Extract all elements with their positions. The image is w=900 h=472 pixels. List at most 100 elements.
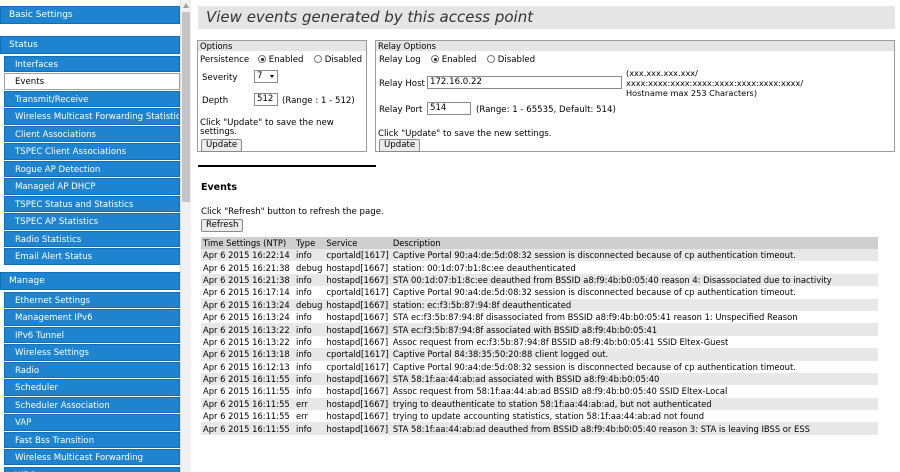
sidebar-item-scheduler-association[interactable]: Scheduler Association	[4, 396, 180, 414]
sidebar-scrollbar[interactable]	[180, 0, 191, 472]
section-divider	[198, 165, 376, 167]
cell-type: info	[294, 273, 325, 287]
options-update-button[interactable]: Update	[201, 139, 243, 152]
sidebar-item-interfaces[interactable]: Interfaces	[4, 56, 180, 73]
sidebar-item-email-alert-status[interactable]: Email Alert Status	[4, 248, 180, 265]
sidebar-item-ethernet-settings[interactable]: Ethernet Settings	[4, 291, 180, 309]
cell-type: debug	[294, 261, 325, 274]
table-row: Apr 6 2015 16:13:24 info hostapd[1667] STA …	[201, 310, 878, 324]
cell-description: station: 00:1d:07:b1:8c:ee deauthenticat…	[390, 261, 878, 274]
page-title: View events generated by this access poi…	[198, 6, 895, 29]
sidebar-item-tspec-status-and-statistics[interactable]: TSPEC Status and Statistics	[4, 195, 180, 213]
column-header-type: Type	[294, 237, 325, 249]
sidebar-item-tspec-client-associations[interactable]: TSPEC Client Associations	[4, 143, 180, 160]
relay-options-panel: Relay Options Relay Log Enabled Disabled…	[375, 40, 895, 152]
cell-service: hostapd[1667]	[324, 422, 391, 435]
sidebar-item-wireless-multicast-forwarding-statistics[interactable]: Wireless Multicast Forwarding Statistics	[4, 108, 180, 125]
relay-host-label: Relay Host	[379, 79, 425, 89]
cell-time: Apr 6 2015 16:11:55	[201, 397, 294, 411]
table-row: Apr 6 2015 16:17:14 info cportald[1617] Cap…	[201, 286, 878, 299]
sidebar-item-radio[interactable]: Radio	[4, 361, 180, 379]
cell-time: Apr 6 2015 16:12:13	[201, 360, 294, 373]
relay-log-disabled-radio[interactable]: Disabled	[487, 55, 535, 65]
cell-time: Apr 6 2015 16:11:55	[201, 410, 294, 423]
cell-type: info	[294, 335, 325, 349]
events-hint: Click "Refresh" button to refresh the pa…	[201, 207, 384, 217]
cell-description: STA 58:1f:aa:44:ab:ad deauthed from BSSI…	[390, 422, 878, 435]
table-row: Apr 6 2015 16:11:55 info hostapd[1667] STA …	[201, 422, 878, 435]
sidebar-item-managed-ap-dhcp[interactable]: Managed AP DHCP	[4, 178, 180, 195]
column-header-description: Description	[390, 237, 878, 249]
sidebar-item-fast-bss-transition[interactable]: Fast Bss Transition	[4, 431, 180, 448]
sidebar-item-management-ipv6[interactable]: Management IPv6	[4, 309, 180, 326]
sidebar-item-client-associations[interactable]: Client Associations	[4, 125, 180, 143]
relay-port-input[interactable]: 514	[427, 102, 471, 115]
sidebar-item-rogue-ap-detection[interactable]: Rogue AP Detection	[4, 160, 180, 178]
main-content: View events generated by this access poi…	[196, 0, 900, 472]
cell-service: hostapd[1667]	[324, 323, 391, 336]
relay-host-input[interactable]: 172.16.0.22	[427, 76, 622, 89]
cell-type: info	[294, 372, 325, 386]
sidebar-item-ipv6-tunnel[interactable]: IPv6 Tunnel	[4, 326, 180, 344]
persistence-enabled-radio[interactable]: Enabled	[258, 55, 303, 65]
column-header-time: Time Settings (NTP)	[201, 237, 294, 249]
persistence-label: Persistence	[200, 55, 250, 65]
cell-description: STA 58:1f:aa:44:ab:ad associated with BS…	[390, 372, 878, 386]
cell-time: Apr 6 2015 16:13:24	[201, 310, 294, 324]
cell-service: hostapd[1667]	[324, 273, 391, 287]
cell-description: STA ec:f3:5b:87:94:8f associated with BS…	[390, 323, 878, 336]
sidebar-item-tspec-ap-statistics[interactable]: TSPEC AP Statistics	[4, 213, 180, 230]
sidebar-item-basic-settings[interactable]: Basic Settings	[0, 6, 180, 24]
cell-description: Captive Portal 90:a4:de:5d:08:32 session…	[390, 360, 878, 373]
table-row: Apr 6 2015 16:13:24 debug hostapd[1667] sta…	[201, 298, 878, 311]
sidebar-item-wireless-multicast-forwarding[interactable]: Wireless Multicast Forwarding	[4, 449, 180, 466]
cell-service: cportald[1617]	[324, 249, 391, 262]
cell-service: hostapd[1667]	[324, 397, 391, 411]
table-row: Apr 6 2015 16:21:38 debug hostapd[1667] sta…	[201, 261, 878, 274]
cell-time: Apr 6 2015 16:22:14	[201, 249, 294, 262]
sidebar-item-scheduler[interactable]: Scheduler	[4, 379, 180, 396]
cell-time: Apr 6 2015 16:13:24	[201, 298, 294, 311]
cell-time: Apr 6 2015 16:11:55	[201, 422, 294, 435]
cell-type: info	[294, 286, 325, 299]
relay-hint: Click "Update" to save the new settings.	[378, 129, 552, 139]
scroll-up-icon[interactable]	[183, 3, 189, 8]
sidebar-item-radio-statistics[interactable]: Radio Statistics	[4, 230, 180, 248]
cell-description: STA 00:1d:07:b1:8c:ee deauthed from BSSI…	[390, 273, 878, 287]
sidebar-section-status[interactable]: Status	[0, 36, 180, 54]
cell-type: info	[294, 422, 325, 435]
sidebar-item-transmit-receive[interactable]: Transmit/Receive	[4, 90, 180, 108]
chevron-down-icon	[270, 75, 274, 78]
sidebar-section-manage[interactable]: Manage	[0, 271, 180, 290]
table-header-row: Time Settings (NTP) Type Service Descrip…	[201, 237, 878, 249]
table-row: Apr 6 2015 16:11:55 err hostapd[1667] tryin…	[201, 410, 878, 423]
relay-log-label: Relay Log	[379, 55, 421, 65]
depth-input[interactable]: 512	[254, 93, 278, 106]
cell-description: Assoc request from 58:1f:aa:44:ab:ad BSS…	[390, 385, 878, 398]
refresh-button[interactable]: Refresh	[201, 219, 244, 232]
cell-time: Apr 6 2015 16:13:18	[201, 348, 294, 361]
sidebar: Basic Settings Status Interfaces Events Tr…	[0, 0, 180, 472]
cell-service: hostapd[1667]	[324, 335, 391, 349]
options-panel: Options Persistence Enabled Disabled Sev…	[197, 40, 367, 152]
sidebar-item-wds[interactable]: WDS	[4, 466, 180, 472]
status-menu: Interfaces Events Transmit/Receive Wireless…	[0, 56, 180, 265]
table-row: Apr 6 2015 16:13:22 info hostapd[1667] STA …	[201, 323, 878, 336]
sidebar-item-events[interactable]: Events	[4, 73, 180, 90]
relay-log-enabled-radio[interactable]: Enabled	[431, 55, 476, 65]
persistence-disabled-radio[interactable]: Disabled	[314, 55, 362, 65]
relay-update-button[interactable]: Update	[379, 139, 421, 152]
cell-type: info	[294, 348, 325, 361]
cell-type: info	[294, 249, 325, 262]
sidebar-item-wireless-settings[interactable]: Wireless Settings	[4, 344, 180, 361]
cell-time: Apr 6 2015 16:11:55	[201, 385, 294, 398]
sidebar-item-vap[interactable]: VAP	[4, 414, 180, 431]
cell-description: Captive Portal 90:a4:de:5d:08:32 session…	[390, 249, 878, 262]
scrollbar-thumb[interactable]	[182, 12, 190, 202]
cell-type: info	[294, 385, 325, 398]
severity-select[interactable]: 7	[254, 70, 278, 83]
table-row: Apr 6 2015 16:13:18 info cportald[1617] Cap…	[201, 348, 878, 361]
manage-menu: Ethernet Settings Management IPv6 IPv6 Tun…	[0, 291, 180, 472]
cell-service: hostapd[1667]	[324, 410, 391, 423]
relay-host-format-2: xxxx:xxxx:xxxx:xxxx:xxxx:xxxx:xxxx:xxxx/	[626, 78, 804, 88]
